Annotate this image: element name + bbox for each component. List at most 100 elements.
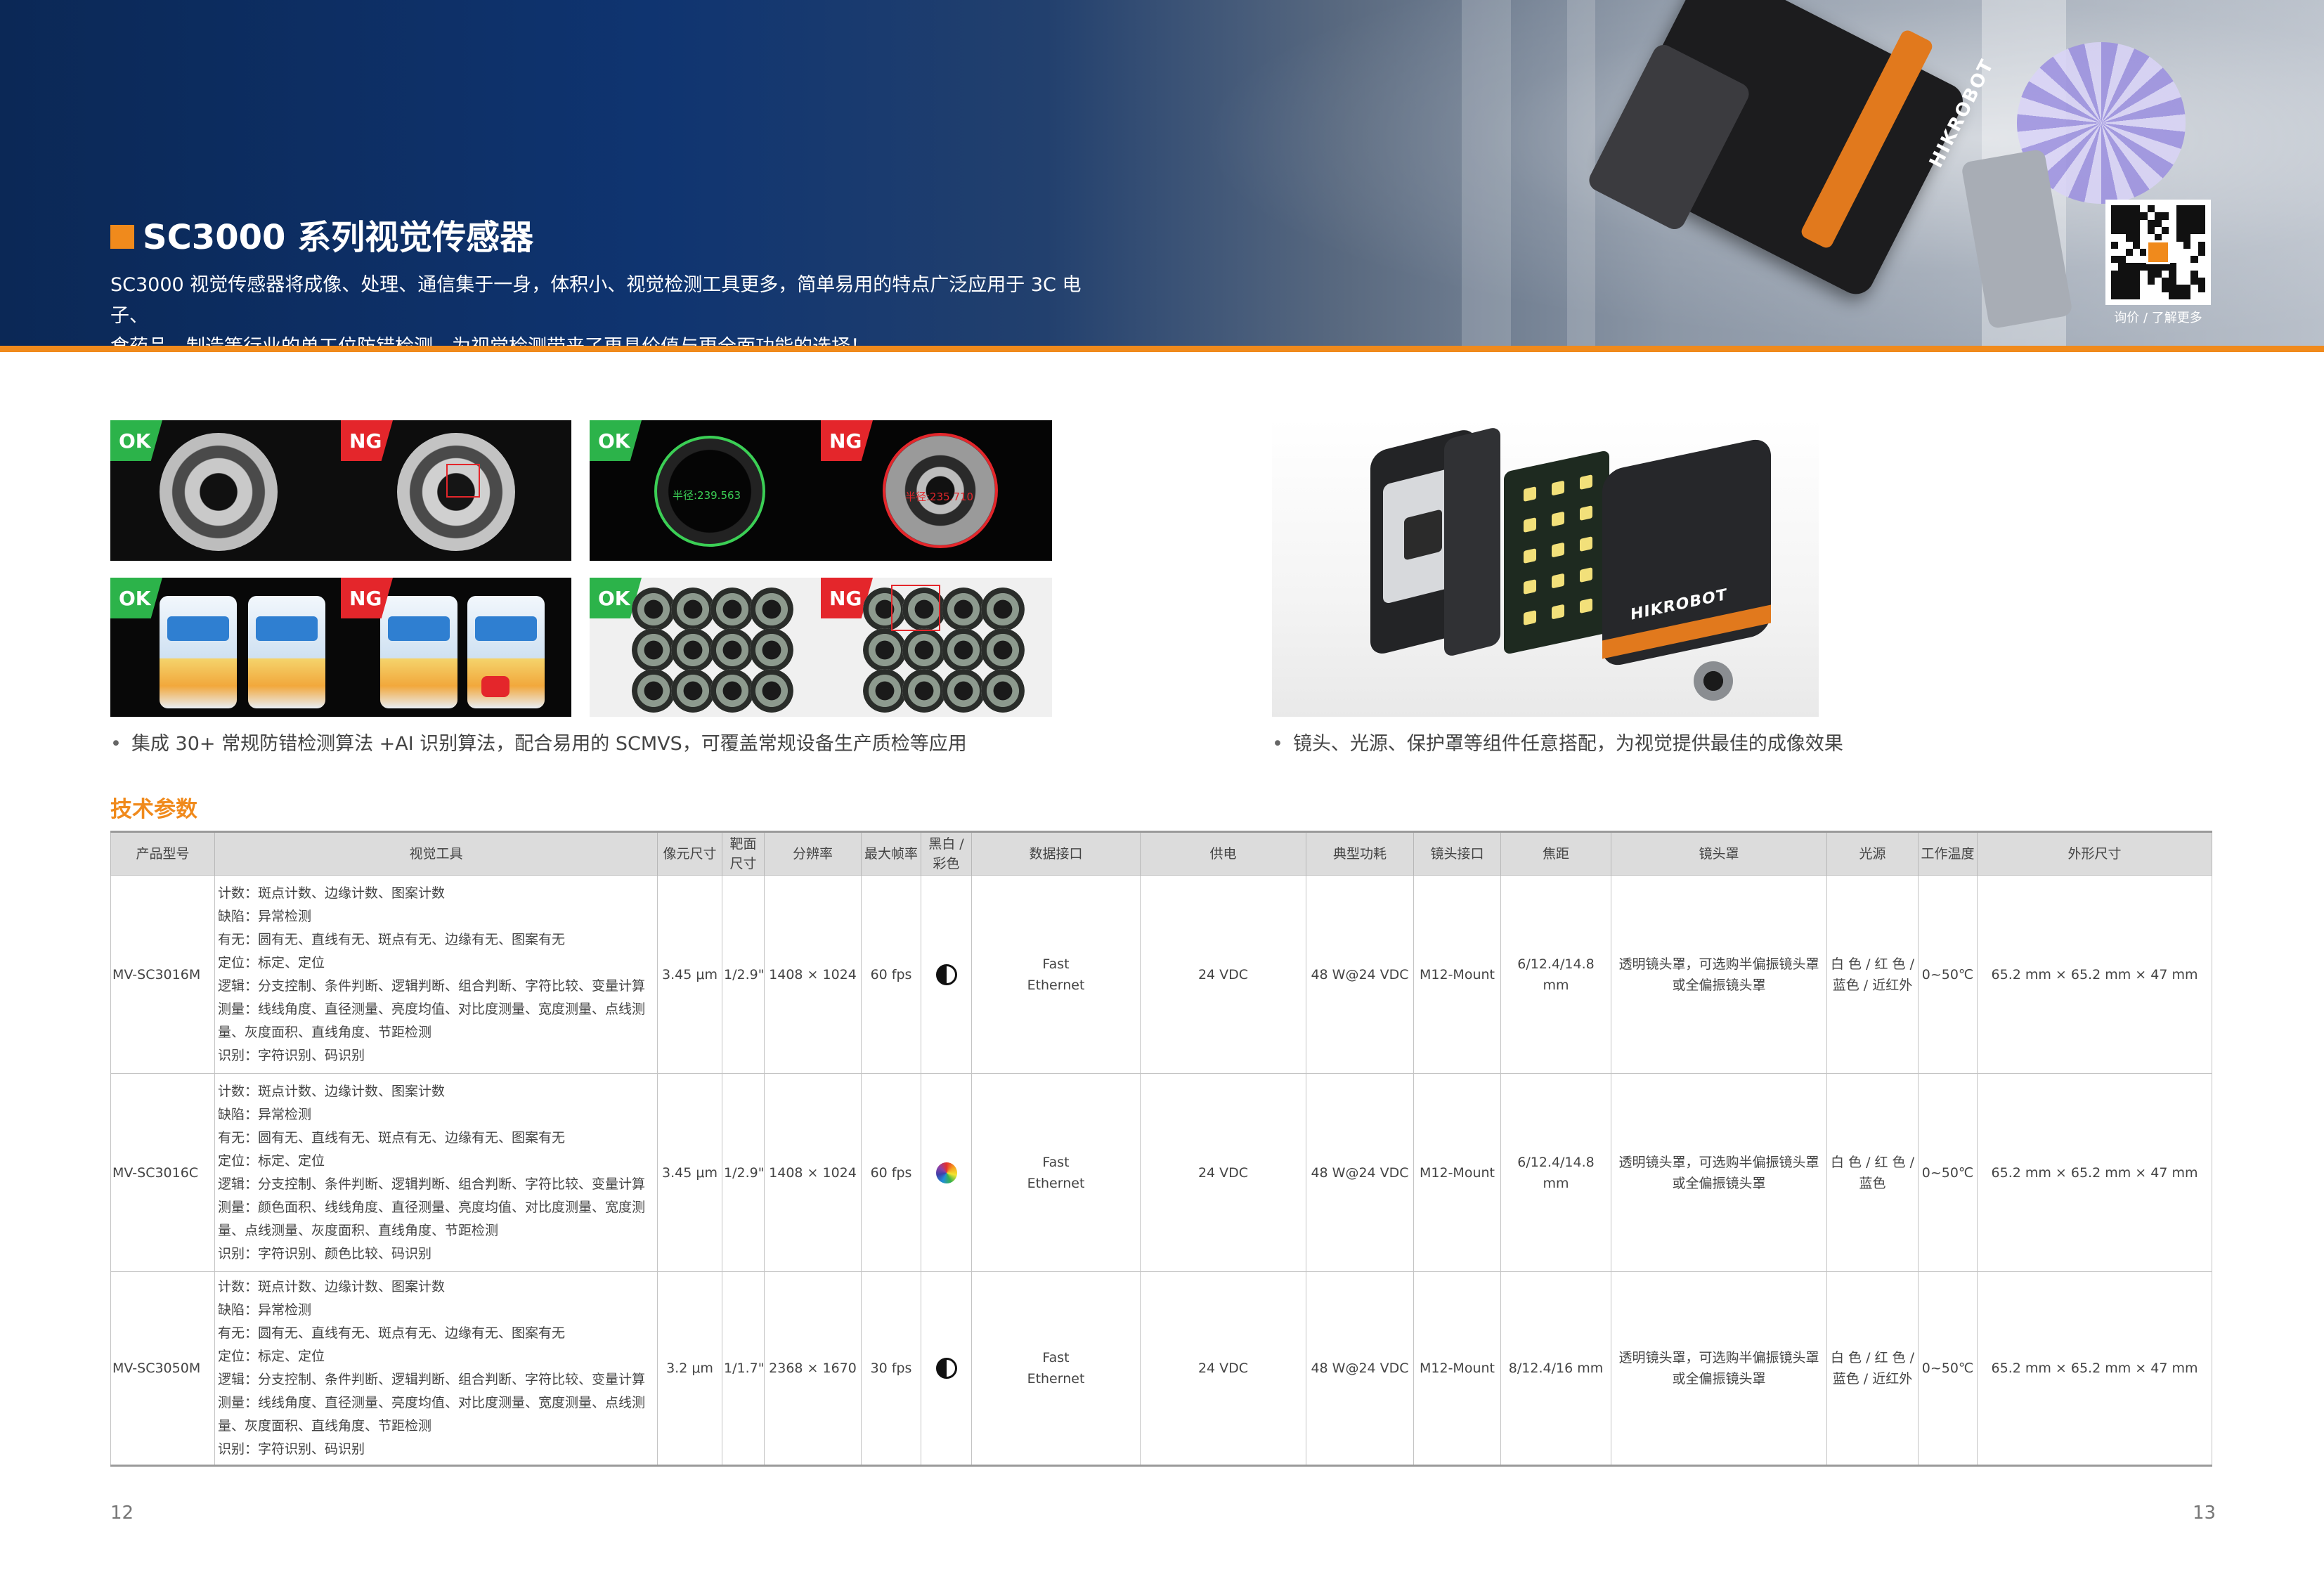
cell-line: 白 色 / 红 色 / [1830, 956, 1914, 972]
led-light [1524, 517, 1536, 533]
cell-color [921, 875, 972, 1074]
cell-model: MV-SC3016C [110, 1073, 215, 1272]
cell-light: 白 色 / 红 色 / 蓝色 [1826, 1073, 1919, 1272]
tool-line: 有无：圆有无、直线有无、斑点有无、边缘有无、图案有无 [218, 931, 566, 947]
cell-interface: Fast Ethernet [971, 1271, 1141, 1466]
tool-line: 计数：斑点计数、边缘计数、图案计数 [218, 1279, 446, 1294]
led-light [1552, 511, 1564, 527]
qr-code[interactable] [2105, 200, 2211, 305]
nut-photo [671, 588, 715, 631]
tool-line: 缺陷：异常检测 [218, 1106, 312, 1122]
defect-box [891, 585, 940, 631]
column-header: 镜头罩 [1611, 831, 1827, 876]
specs-title: 技术参数 [110, 797, 197, 822]
tool-line: 逻辑：分支控制、条件判断、逻辑判断、组合判断、字符比较、变量计算 [218, 1372, 646, 1387]
cell-sensor: 1/2.9" [722, 1073, 765, 1272]
cell-light: 白 色 / 红 色 / 蓝色 / 近红外 [1826, 1271, 1919, 1466]
cell-tools: 计数：斑点计数、边缘计数、图案计数 缺陷：异常检测有无：圆有无、直线有无、斑点有无… [214, 1073, 658, 1272]
cell-temp: 0~50℃ [1918, 875, 1978, 1074]
defect-mark [481, 676, 509, 697]
tool-line: 定位：标定、定位 [218, 954, 325, 971]
column-header: 像元尺寸 [657, 831, 722, 876]
bullet-icon: • [110, 733, 122, 755]
tool-line: 逻辑：分支控制、条件判断、逻辑判断、组合判断、字符比较、变量计算 [218, 1176, 646, 1192]
cell-mount: M12-Mount [1413, 1271, 1501, 1466]
column-header: 工作温度 [1918, 831, 1978, 876]
ok-badge: OK [110, 420, 162, 461]
ok-half: OK [110, 578, 341, 717]
ok-half: OK [110, 420, 341, 561]
bullet-icon: • [1272, 733, 1283, 755]
caption-right-text: 镜头、光源、保护罩等组件任意搭配，为视觉提供最佳的成像效果 [1292, 733, 1843, 755]
sample-image-pouches: OK NG [110, 578, 571, 717]
cell-line: 透明镜头罩，可选购半偏振镜头罩 [1618, 1350, 1819, 1365]
cell-color [921, 1073, 972, 1272]
cell-consumption: 48 W@24 VDC [1306, 1271, 1414, 1466]
cell-mount: M12-Mount [1413, 875, 1501, 1074]
nut-photo [942, 588, 985, 631]
tool-line: 缺陷：异常检测 [218, 1302, 312, 1318]
led-light [1580, 505, 1592, 521]
ng-badge: NG [341, 420, 393, 461]
led-light [1524, 579, 1536, 595]
hero-banner: HIKROBOT SC3000 系列视觉传感器 SC3000 视觉传感器将成像、… [0, 0, 2324, 346]
cell-color [921, 1271, 972, 1466]
cell-dims: 65.2 mm × 65.2 mm × 47 mm [1977, 1271, 2212, 1466]
cell-tools: 计数：斑点计数、边缘计数、图案计数 缺陷：异常检测 有无：圆有无、直线有无、斑点有无… [214, 875, 658, 1074]
column-header: 视觉工具 [214, 831, 658, 876]
nut-photo [750, 588, 793, 631]
radius-readout: 半径:239.563 [673, 489, 741, 502]
table-row: MV-SC3016C 计数：斑点计数、边缘计数、图案计数 缺陷：异常检测有无：圆有无… [110, 1073, 2212, 1272]
cell-fps: 30 fps [861, 1271, 921, 1466]
cell-pixel: 3.45 μm [657, 875, 722, 1074]
cell-model: MV-SC3016M [110, 875, 215, 1074]
tool-line: 计数：斑点计数、边缘计数、图案计数 [218, 1083, 446, 1099]
cell-line: 白 色 / 红 色 / [1830, 1154, 1914, 1170]
tool-line: 测量：颜色面积、线线角度、直径测量、亮度均值、对比度测量、宽度测量、点线测量、灰… [218, 1199, 646, 1238]
pouch-photo [160, 596, 237, 708]
led-light [1580, 567, 1592, 583]
nut-photo [671, 669, 715, 713]
intro-line-1: SC3000 视觉传感器将成像、处理、通信集于一身，体积小、视觉检测工具更多，简… [110, 274, 1082, 327]
banner-divider [0, 346, 2324, 352]
ok-half: OK [590, 578, 821, 717]
mono-sensor-icon [935, 963, 957, 985]
led-light [1552, 573, 1564, 589]
page-number-right: 13 [2193, 1503, 2216, 1524]
page-title: SC3000 系列视觉传感器 [143, 218, 534, 257]
tool-line: 识别：字符识别、码识别 [218, 1441, 365, 1457]
nut-photo [902, 628, 946, 672]
cell-line: Fast [1042, 956, 1070, 972]
cell-line: Fast [1042, 1154, 1070, 1170]
radius-readout: 半径:235.710 [905, 491, 974, 503]
nut-photo [902, 669, 946, 713]
column-header: 镜头接口 [1413, 831, 1501, 876]
cell-pixel: 3.2 μm [657, 1271, 722, 1466]
cell-line: 白 色 / 红 色 / [1830, 1350, 1914, 1365]
nut-photo [710, 588, 754, 631]
cell-pixel: 3.45 μm [657, 1073, 722, 1272]
ok-half: 半径:239.563 OK [590, 420, 821, 561]
caption-left: • 集成 30+ 常规防错检测算法 +AI 识别算法，配合易用的 SCMVS，可覆… [110, 728, 967, 755]
cell-power: 24 VDC [1140, 875, 1306, 1074]
cell-temp: 0~50℃ [1918, 1271, 1978, 1466]
cell-model: MV-SC3050M [110, 1271, 215, 1466]
intro-line-2: 食药品、制造等行业的单工位防错检测，为视觉检测带来了更具价值与更全面功能的选择！ [110, 332, 1094, 346]
column-header: 供电 [1140, 831, 1306, 876]
nut-photo [981, 588, 1025, 631]
sample-image-nuts: OK NG [590, 578, 1052, 717]
caption-left-text: 集成 30+ 常规防错检测算法 +AI 识别算法，配合易用的 SCMVS，可覆盖… [131, 733, 967, 755]
cell-fps: 60 fps [861, 875, 921, 1074]
led-light [1552, 604, 1564, 620]
nut-photo [750, 628, 793, 672]
cell-line: 或全偏振镜头罩 [1672, 1175, 1766, 1191]
column-header: 数据接口 [971, 831, 1141, 876]
led-light [1524, 610, 1536, 625]
cell-light: 白 色 / 红 色 / 蓝色 / 近红外 [1826, 875, 1919, 1074]
column-header: 外形尺寸 [1977, 831, 2212, 876]
tool-line: 有无：圆有无、直线有无、斑点有无、边缘有无、图案有无 [218, 1129, 566, 1146]
nut-photo [710, 628, 754, 672]
qr-logo [2146, 240, 2170, 264]
ng-half: NG [341, 420, 571, 561]
cell-cover: 透明镜头罩，可选购半偏振镜头罩 或全偏振镜头罩 [1611, 1073, 1827, 1272]
